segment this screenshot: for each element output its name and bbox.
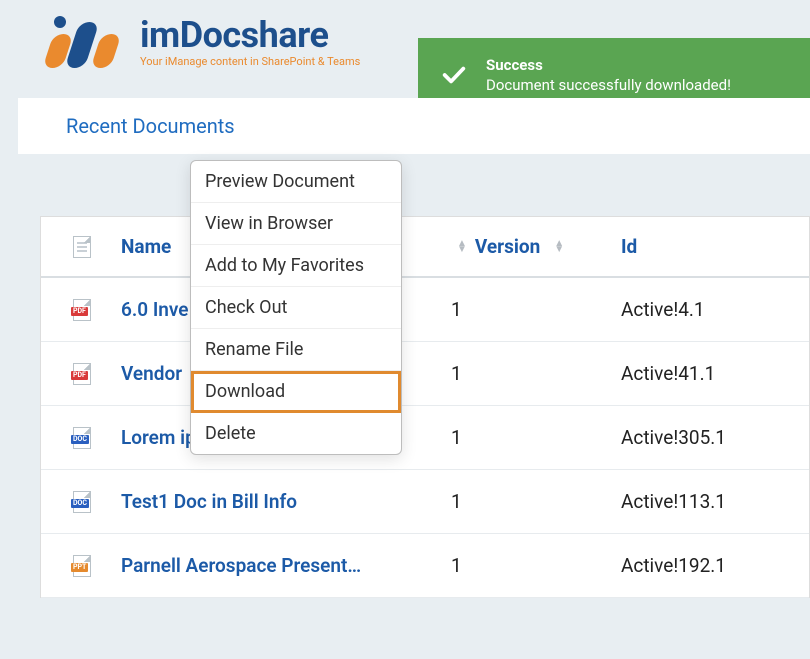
menu-item-rename-file[interactable]: Rename File [191, 329, 401, 371]
brand-logo: imDocshare Your iManage content in Share… [48, 14, 360, 70]
check-icon [440, 61, 468, 89]
document-version: 1 [451, 298, 621, 321]
document-version: 1 [451, 426, 621, 449]
file-icon [73, 236, 91, 258]
sort-icon: ▲▼ [554, 241, 564, 253]
column-name-label: Name [121, 235, 171, 258]
documents-table: Name ▲▼ Version ▲▼ Id PDF6.0 Inve1Active… [40, 216, 810, 598]
pdf-file-icon: PDF [73, 299, 91, 321]
table-row[interactable]: DOCLorem ip1Active!305.1 [41, 406, 809, 470]
toast-title: Success [486, 56, 731, 74]
ppt-file-icon: PPT [73, 555, 91, 577]
panel-title: Recent Documents [18, 98, 810, 154]
brand-mark [48, 14, 130, 70]
table-row[interactable]: PDF6.0 Inve1Active!4.1 [41, 278, 809, 342]
document-id: Active!305.1 [621, 426, 809, 449]
column-header-version[interactable]: ▲▼ Version ▲▼ [451, 235, 621, 258]
document-id: Active!192.1 [621, 554, 809, 577]
table-row[interactable]: DOC Test1 Doc in Bill Info1Active!113.1 [41, 470, 809, 534]
menu-item-delete[interactable]: Delete [191, 413, 401, 454]
pdf-file-icon: PDF [73, 363, 91, 385]
document-name-link[interactable]: Test1 Doc in Bill Info [121, 490, 451, 513]
menu-item-preview-document[interactable]: Preview Document [191, 161, 401, 203]
menu-item-view-in-browser[interactable]: View in Browser [191, 203, 401, 245]
doc-file-icon: DOC [73, 491, 91, 513]
document-name-link[interactable]: Parnell Aerospace Present… [121, 554, 451, 577]
submenu-pointer-icon [391, 296, 402, 319]
table-header: Name ▲▼ Version ▲▼ Id [41, 217, 809, 278]
document-id: Active!113.1 [621, 490, 809, 513]
document-version: 1 [451, 554, 621, 577]
sort-icon: ▲▼ [457, 241, 467, 253]
table-row[interactable]: PPT Parnell Aerospace Present…1Active!192… [41, 534, 809, 598]
doc-file-icon: DOC [73, 427, 91, 449]
brand-word: imDocshare [140, 17, 360, 53]
context-menu: Preview DocumentView in BrowserAdd to My… [190, 160, 402, 455]
table-row[interactable]: PDFVendor1Active!41.1 [41, 342, 809, 406]
column-version-label: Version [475, 235, 540, 258]
document-id: Active!4.1 [621, 298, 809, 321]
menu-item-download[interactable]: Download [191, 371, 401, 413]
menu-item-check-out[interactable]: Check Out [191, 287, 401, 329]
document-version: 1 [451, 490, 621, 513]
toast-message: Document successfully downloaded! [486, 76, 731, 94]
document-id: Active!41.1 [621, 362, 809, 385]
document-version: 1 [451, 362, 621, 385]
brand-tagline: Your iManage content in SharePoint & Tea… [140, 55, 360, 68]
column-id-label: Id [621, 235, 637, 258]
menu-item-add-to-my-favorites[interactable]: Add to My Favorites [191, 245, 401, 287]
column-header-id[interactable]: Id [621, 235, 809, 258]
